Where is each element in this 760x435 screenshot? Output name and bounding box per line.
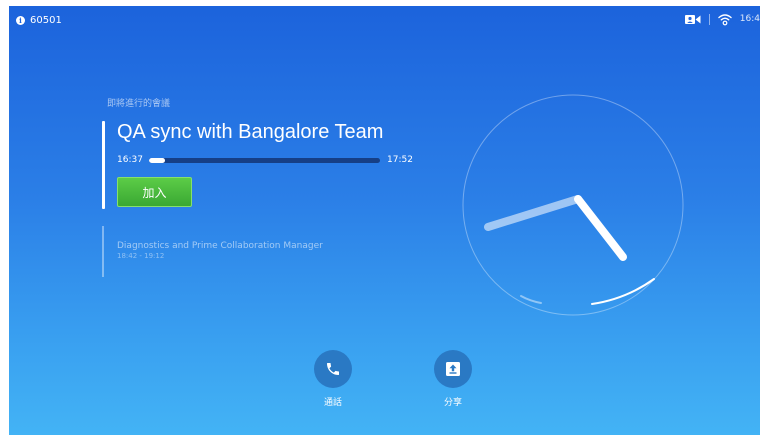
call-label: 通話: [323, 398, 342, 408]
share-label: 分享: [443, 398, 462, 408]
home-screen: i 60501 16:4 即將進行的會議 QA sync with Bangal…: [9, 6, 760, 435]
status-divider: [708, 13, 710, 25]
status-clock: 16:4: [739, 14, 760, 24]
meeting-title: QA sync with Bangalore Team: [117, 121, 384, 143]
upcoming-meeting-label: 即將進行的會議: [107, 99, 171, 109]
system-info[interactable]: i 60501: [16, 15, 62, 26]
call-button[interactable]: 通話: [303, 350, 363, 408]
status-area: 16:4: [684, 12, 760, 26]
next-meeting-time: 18:42 - 19:12: [117, 252, 165, 260]
meeting-start-time: 16:37: [117, 155, 143, 165]
next-meeting-indicator: [102, 226, 104, 277]
meeting-progress-fill: [149, 158, 166, 163]
meeting-end-time: 17:52: [387, 155, 413, 165]
system-id: 60501: [30, 15, 62, 26]
wifi-icon[interactable]: [718, 13, 732, 26]
share-upload-icon: [434, 350, 472, 388]
share-button[interactable]: 分享: [423, 350, 483, 408]
info-icon: i: [16, 16, 25, 25]
analog-clock: [460, 92, 686, 318]
current-meeting-indicator: [102, 121, 105, 209]
meeting-progress-bar: [149, 158, 380, 163]
next-meeting-title[interactable]: Diagnostics and Prime Collaboration Mana…: [117, 241, 323, 251]
join-button[interactable]: 加入: [117, 177, 192, 207]
camera-icon[interactable]: [684, 14, 701, 25]
phone-icon: [314, 350, 352, 388]
